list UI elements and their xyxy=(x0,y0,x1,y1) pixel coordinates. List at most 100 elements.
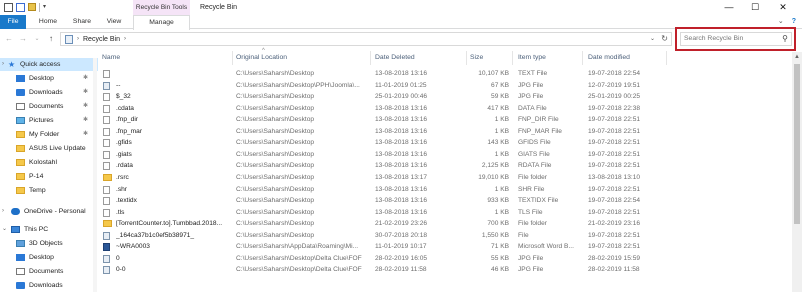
expand-chevron-icon[interactable]: ⌄ xyxy=(2,223,7,236)
file-icon xyxy=(103,93,110,102)
nav-label: Kolostahl xyxy=(29,159,57,166)
tab-manage[interactable]: Manage xyxy=(133,15,190,30)
cell-date-modified: 13-08-2018 13:10 xyxy=(588,173,641,181)
vertical-scrollbar[interactable]: ▲ xyxy=(792,52,802,292)
column-divider[interactable] xyxy=(466,51,467,65)
nav-item-pc-documents[interactable]: Documents xyxy=(0,265,98,278)
recent-locations-chevron-icon[interactable]: ⌄ xyxy=(32,33,42,45)
scrollbar-thumb[interactable] xyxy=(794,64,800,224)
column-header-size[interactable]: Size xyxy=(470,52,483,64)
desktop-icon xyxy=(16,75,25,82)
tab-file[interactable]: File xyxy=(0,15,26,29)
cell-date-modified: 19-07-2018 22:54 xyxy=(588,197,641,205)
table-row[interactable]: 0 C:\Users\Saharsh\Desktop\Delta Clue\FOF… xyxy=(98,253,788,264)
table-row[interactable]: $_32 C:\Users\Saharsh\Desktop 25-01-2019 0… xyxy=(98,91,788,102)
new-folder-icon[interactable] xyxy=(28,3,36,11)
nav-pane-scrollbar[interactable] xyxy=(93,58,97,292)
column-divider[interactable] xyxy=(666,51,667,65)
cell-date-deleted: 13-08-2018 13:16 xyxy=(375,104,428,112)
file-icon xyxy=(103,208,110,217)
column-divider[interactable] xyxy=(232,51,233,65)
table-row[interactable]: .rdata C:\Users\Saharsh\Desktop 13-08-2018… xyxy=(98,160,788,171)
table-row[interactable]: 0-0 C:\Users\Saharsh\Desktop\Delta Clue\F… xyxy=(98,264,788,275)
expand-ribbon-chevron-icon[interactable]: ⌄ xyxy=(778,18,784,25)
nav-item-my-folder[interactable]: My Folder ✱ xyxy=(0,128,98,141)
column-divider[interactable] xyxy=(582,51,583,65)
scroll-up-arrow-icon[interactable]: ▲ xyxy=(792,52,802,62)
search-icon[interactable]: ⚲ xyxy=(782,33,788,45)
nav-item-temp[interactable]: Temp xyxy=(0,184,98,197)
refresh-icon[interactable]: ↻ xyxy=(661,34,668,43)
column-header-date-modified[interactable]: Date modified xyxy=(588,52,630,64)
tab-home[interactable]: Home xyxy=(34,15,62,29)
checkmark-icon[interactable] xyxy=(16,3,25,12)
nav-item-documents[interactable]: Documents ✱ xyxy=(0,100,98,113)
pin-icon: ✱ xyxy=(82,89,88,95)
column-divider[interactable] xyxy=(370,51,371,65)
table-row[interactable]: .textidx C:\Users\Saharsh\Desktop 13-08-20… xyxy=(98,195,788,206)
tab-view[interactable]: View xyxy=(101,15,127,29)
maximize-button[interactable]: ☐ xyxy=(746,0,764,15)
breadcrumb-chevron-icon[interactable]: › xyxy=(124,36,126,42)
cell-date-modified: 25-01-2019 00:25 xyxy=(588,93,641,101)
table-row[interactable]: _164ca37b1c0ef5b38971_ C:\Users\Saharsh\D… xyxy=(98,230,788,241)
cell-item-type: GFIDS File xyxy=(518,139,551,147)
download-icon xyxy=(16,282,25,289)
table-row[interactable]: ~WRA0003 C:\Users\Saharsh\AppData\Roaming… xyxy=(98,241,788,252)
cell-original-location: C:\Users\Saharsh\Desktop xyxy=(236,116,315,124)
back-button[interactable]: ← xyxy=(4,33,14,45)
nav-item-pc-desktop[interactable]: Desktop xyxy=(0,251,98,264)
column-header-name[interactable]: Name xyxy=(102,52,120,64)
forward-button[interactable]: → xyxy=(18,33,28,45)
table-row[interactable]: .giats C:\Users\Saharsh\Desktop 13-08-2018… xyxy=(98,149,788,160)
title-bar: ▾ Recycle Bin Tools Recycle Bin — ☐ ✕ xyxy=(0,0,802,15)
properties-icon[interactable] xyxy=(4,3,13,12)
cell-date-modified: 19-07-2018 22:51 xyxy=(588,139,641,147)
tab-share[interactable]: Share xyxy=(68,15,96,29)
nav-item-quick-access[interactable]: › ★ Quick access xyxy=(0,58,98,71)
address-dropdown-chevron-icon[interactable]: ⌄ xyxy=(650,35,655,42)
file-icon xyxy=(103,116,110,125)
cell-item-type: TEXT File xyxy=(518,70,548,77)
nav-item-downloads[interactable]: Downloads ✱ xyxy=(0,86,98,99)
nav-item-kolostahl[interactable]: Kolostahl xyxy=(0,156,98,169)
help-icon[interactable]: ? xyxy=(792,18,796,25)
table-row[interactable]: .cdata C:\Users\Saharsh\Desktop 13-08-2018… xyxy=(98,103,788,114)
table-row[interactable]: .shr C:\Users\Saharsh\Desktop 13-08-2018 1… xyxy=(98,184,788,195)
up-button[interactable]: ↑ xyxy=(46,33,56,45)
expand-chevron-icon[interactable]: › xyxy=(2,58,4,71)
table-row[interactable]: -- C:\Users\Saharsh\Desktop\PPH\Joomla\..… xyxy=(98,80,788,91)
customize-toolbar-chevron-icon[interactable]: ▾ xyxy=(43,3,49,12)
table-row[interactable]: [TorrentCounter.to].Tumbbad.2018... C:\Us… xyxy=(98,218,788,229)
pin-icon: ✱ xyxy=(82,75,88,81)
table-row[interactable]: .fnp_dir C:\Users\Saharsh\Desktop 13-08-20… xyxy=(98,114,788,125)
column-header-item-type[interactable]: Item type xyxy=(518,52,546,64)
minimize-button[interactable]: — xyxy=(720,0,738,15)
search-input[interactable]: Search Recycle Bin ⚲ xyxy=(680,32,792,46)
address-bar[interactable]: › Recycle Bin › ⌄ ↻ xyxy=(60,32,672,46)
cell-date-deleted: 13-08-2018 13:16 xyxy=(375,70,428,77)
column-divider[interactable] xyxy=(512,51,513,65)
table-row[interactable]: .fnp_mar C:\Users\Saharsh\Desktop 13-08-20… xyxy=(98,126,788,137)
breadcrumb-recycle-bin[interactable]: Recycle Bin xyxy=(83,36,120,43)
table-row[interactable]: .rsrc C:\Users\Saharsh\Desktop 13-08-2018 … xyxy=(98,172,788,183)
nav-item-p14[interactable]: P-14 xyxy=(0,170,98,183)
3d-objects-icon xyxy=(16,240,25,247)
close-button[interactable]: ✕ xyxy=(774,0,792,15)
cell-original-location: C:\Users\Saharsh\Desktop xyxy=(236,173,315,181)
expand-chevron-icon[interactable]: › xyxy=(2,205,4,218)
breadcrumb-chevron-icon[interactable]: › xyxy=(77,36,79,42)
nav-item-3d-objects[interactable]: 3D Objects xyxy=(0,237,98,250)
nav-item-pc-downloads[interactable]: Downloads xyxy=(0,279,98,292)
nav-item-desktop[interactable]: Desktop ✱ xyxy=(0,72,98,85)
desktop-icon xyxy=(16,254,25,261)
column-header-date-deleted[interactable]: Date Deleted xyxy=(375,52,415,64)
column-header-original-location[interactable]: Original Location xyxy=(236,52,287,64)
table-row[interactable]: .tls C:\Users\Saharsh\Desktop 13-08-2018 1… xyxy=(98,207,788,218)
nav-item-asus-live-update[interactable]: ASUS Live Update xyxy=(0,142,98,155)
table-row[interactable]: C:\Users\Saharsh\Desktop 13-08-2018 13:16… xyxy=(98,68,788,79)
nav-item-pictures[interactable]: Pictures ✱ xyxy=(0,114,98,127)
table-row[interactable]: .gfids C:\Users\Saharsh\Desktop 13-08-2018… xyxy=(98,137,788,148)
nav-item-this-pc[interactable]: ⌄ This PC xyxy=(0,223,98,236)
nav-item-onedrive[interactable]: › OneDrive - Personal xyxy=(0,205,98,218)
